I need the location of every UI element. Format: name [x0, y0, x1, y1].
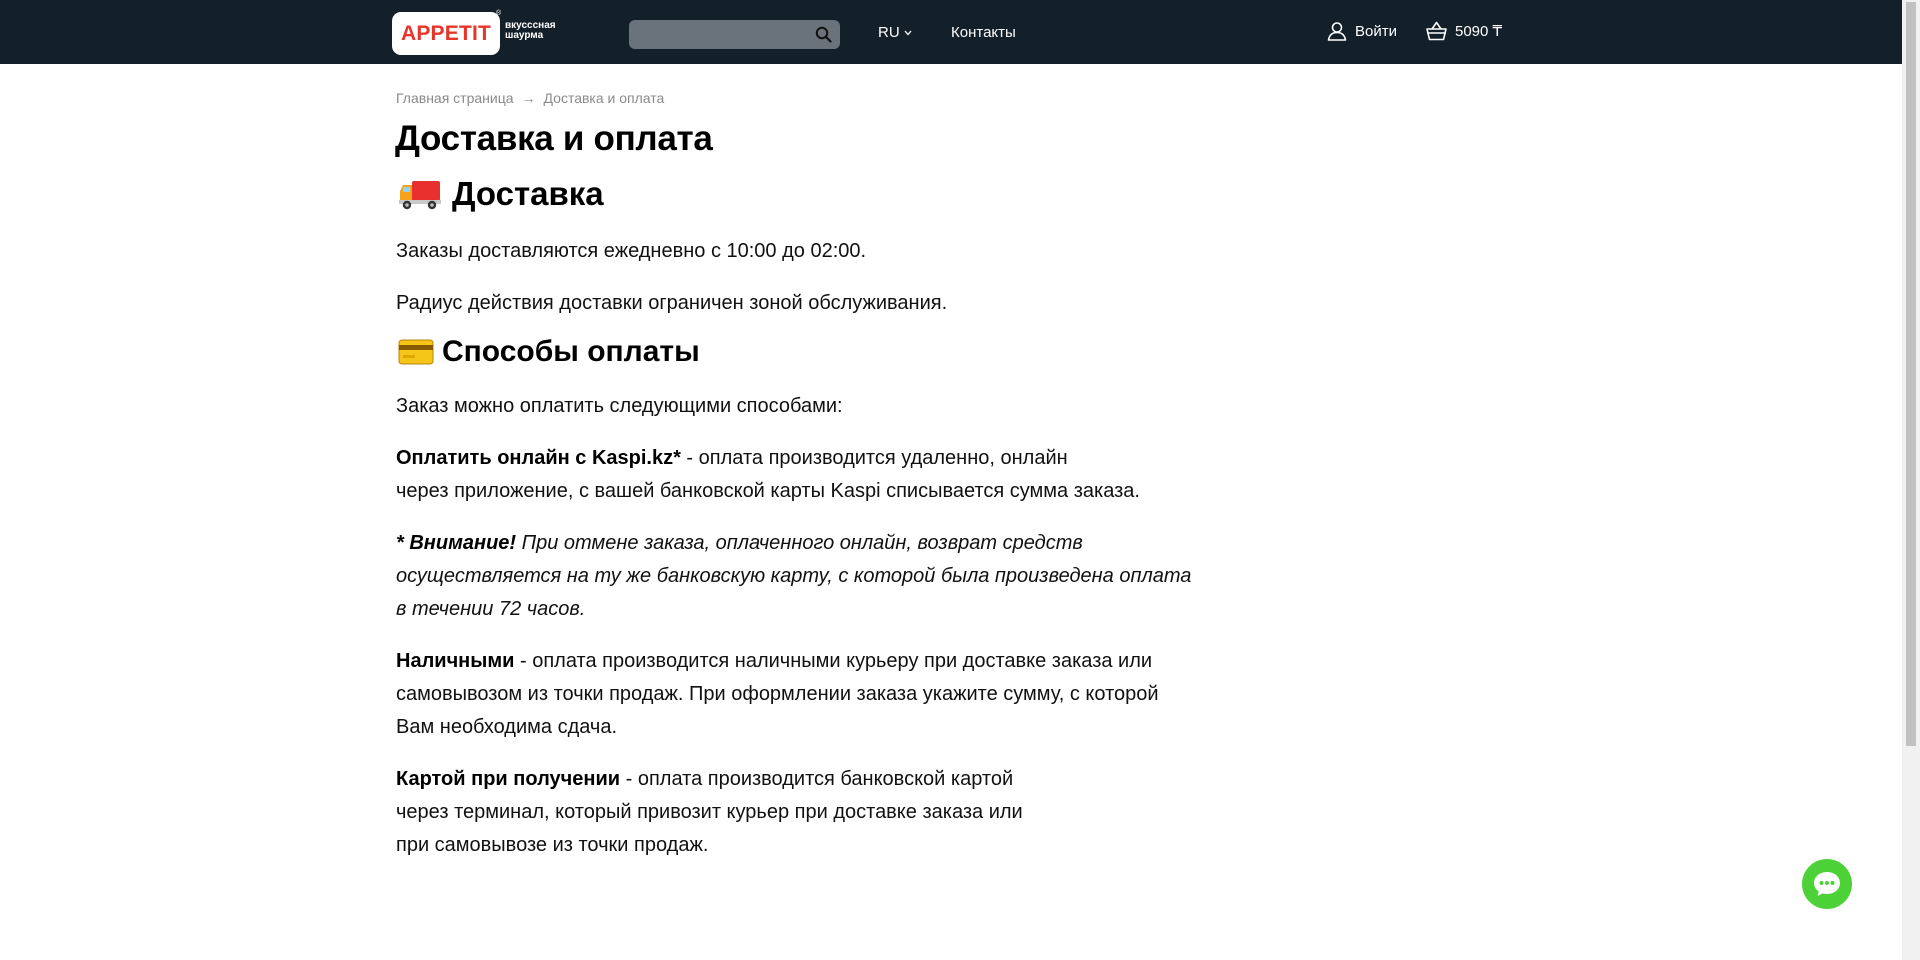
logo-tagline: вкусссная шаурма [505, 21, 575, 41]
refund-notice-text: * Внимание! При отмене заказа, оплаченно… [396, 527, 1216, 626]
breadcrumb-arrow-icon: → [521, 90, 536, 106]
kaspi-payment-line-1: - оплата производится удаленно, онлайн [680, 447, 1068, 469]
chevron-down-icon [904, 30, 912, 35]
refund-notice-title: * Внимание! [396, 532, 517, 554]
kaspi-payment-title: Оплатить онлайн с Kaspi.kz* [396, 447, 681, 469]
credit-card-icon [398, 339, 434, 365]
card-payment-line-2: через терминал, который привозит курьер … [396, 801, 1023, 823]
logo[interactable]: APPETIT [392, 12, 500, 55]
cash-payment-title: Наличными [396, 650, 515, 672]
login-label: Войти [1355, 22, 1397, 40]
logo-text: APPETIT [400, 21, 492, 45]
refund-notice-line-1: При отмене заказа, оплаченного онлайн, в… [516, 532, 1083, 554]
user-icon [1327, 22, 1347, 41]
payment-heading-label: Способы оплаты [442, 335, 700, 368]
delivery-hours-text: Заказы доставляются ежедневно с 10:00 до… [396, 240, 867, 262]
tagline-line-2: шаурма [505, 30, 544, 41]
search-icon[interactable] [815, 26, 832, 43]
kaspi-payment-line-2: через приложение, с вашей банковской кар… [396, 480, 1140, 502]
breadcrumb-current: Доставка и оплата [543, 90, 665, 106]
breadcrumb: Главная страница → Доставка и оплата [396, 89, 1216, 107]
refund-notice-line-2: осуществляется на ту же банковскую карту… [396, 565, 1192, 587]
cash-payment-line-3: Вам необходима сдача. [396, 716, 618, 738]
cart-button[interactable]: 5090 ₸ [1426, 21, 1502, 41]
delivery-heading: Доставка [398, 175, 604, 213]
truck-icon [399, 181, 441, 210]
login-button[interactable]: Войти [1327, 21, 1397, 41]
search-input[interactable] [629, 20, 819, 49]
cash-payment-text: Наличными - оплата производится наличным… [396, 645, 1216, 744]
delivery-radius-text: Радиус действия доставки ограничен зоной… [396, 292, 948, 314]
payment-heading: Способы оплаты [398, 335, 700, 369]
page-scrollbar[interactable] [1902, 0, 1920, 960]
breadcrumb-home[interactable]: Главная страница [396, 90, 514, 106]
top-header: APPETIT ® вкусссная шаурма RU Контакты В… [0, 0, 1902, 64]
card-payment-title: Картой при получении [396, 768, 621, 790]
card-payment-line-3: при самовывозе из точки продаж. [396, 834, 709, 856]
chat-icon [1814, 872, 1840, 896]
payment-intro-text: Заказ можно оплатить следующими способам… [396, 395, 843, 417]
delivery-heading-label: Доставка [452, 175, 604, 212]
cart-total: 5090 ₸ [1455, 23, 1503, 40]
nav-contacts-link[interactable]: Контакты [951, 24, 1016, 41]
cash-payment-line-2: самовывозом из точки продаж. При оформле… [396, 683, 1159, 705]
language-selector[interactable]: RU [878, 24, 912, 41]
chat-button[interactable] [1802, 859, 1852, 909]
logo-registered-mark: ® [496, 10, 502, 17]
card-payment-text: Картой при получении - оплата производит… [396, 763, 1216, 862]
basket-icon [1426, 21, 1447, 41]
refund-notice-line-3: в течении 72 часов. [396, 598, 586, 620]
search-box [629, 20, 840, 49]
language-label: RU [878, 24, 900, 41]
scrollbar-thumb[interactable] [1906, 2, 1916, 746]
cash-payment-line-1: - оплата производится наличными курьеру … [514, 650, 1153, 672]
kaspi-payment-text: Оплатить онлайн с Kaspi.kz* - оплата про… [396, 442, 1216, 508]
page-title: Доставка и оплата [395, 119, 713, 158]
card-payment-line-1: - оплата производится банковской картой [620, 768, 1014, 790]
main-content: Главная страница → Доставка и оплата Дос… [395, 89, 1216, 856]
